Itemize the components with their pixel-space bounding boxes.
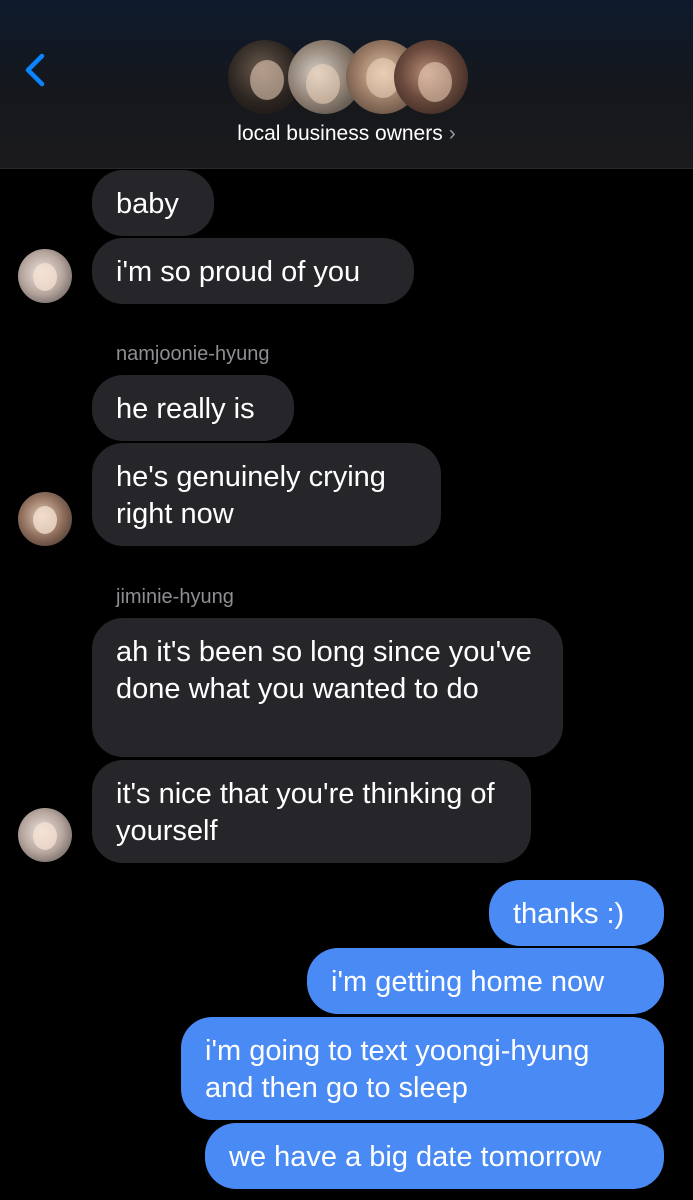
message-text: baby [116, 188, 179, 220]
incoming-message-bubble[interactable]: ah it's been so long since you've done w… [92, 618, 563, 757]
message-text: it's nice that you're thinking of yourse… [116, 778, 495, 847]
chevron-right-icon: › [448, 122, 456, 145]
incoming-message-bubble[interactable]: he really is [92, 375, 294, 441]
group-avatars[interactable] [228, 38, 468, 116]
group-name-link[interactable]: local business owners › [0, 122, 693, 146]
message-text: i'm going to text yoongi-hyung and then … [205, 1035, 590, 1104]
incoming-message-bubble[interactable]: he's genuinely crying right now [92, 443, 441, 546]
message-text: i'm getting home now [331, 966, 605, 998]
sender-name: jiminie-hyung [116, 586, 234, 608]
group-member-avatar [394, 40, 468, 114]
outgoing-message-bubble[interactable]: i'm getting home now [307, 948, 664, 1014]
sender-avatar[interactable] [18, 249, 72, 303]
incoming-message-bubble[interactable]: baby [92, 170, 214, 236]
sender-name: namjoonie-hyung [116, 343, 270, 365]
message-text: we have a big date tomorrow [229, 1141, 602, 1173]
message-text: he really is [116, 393, 255, 425]
group-name: local business owners [237, 122, 443, 145]
incoming-message-bubble[interactable]: it's nice that you're thinking of yourse… [92, 760, 531, 863]
sender-avatar[interactable] [18, 808, 72, 862]
message-text: he's genuinely crying right now [116, 461, 386, 530]
sender-avatar[interactable] [18, 492, 72, 546]
incoming-message-bubble[interactable]: i'm so proud of you [92, 238, 414, 304]
back-button[interactable] [18, 50, 54, 90]
conversation-header: local business owners › [0, 0, 693, 169]
outgoing-message-bubble[interactable]: thanks :) [489, 880, 664, 946]
outgoing-message-bubble[interactable]: i'm going to text yoongi-hyung and then … [181, 1017, 664, 1120]
message-text: ah it's been so long since you've done w… [116, 636, 532, 705]
outgoing-message-bubble[interactable]: we have a big date tomorrow [205, 1123, 664, 1189]
message-text: thanks :) [513, 898, 625, 930]
message-text: i'm so proud of you [116, 256, 361, 288]
chevron-left-icon [25, 53, 45, 87]
